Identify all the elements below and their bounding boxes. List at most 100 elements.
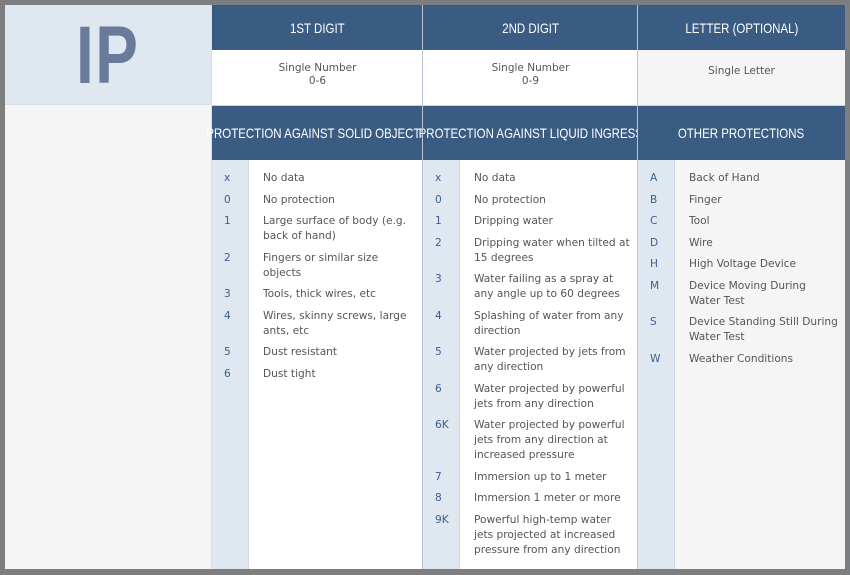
rating-code: 4 <box>435 309 442 322</box>
rating-code: 1 <box>224 215 231 227</box>
header-first-digit: 1st Digit <box>212 5 423 50</box>
list-item: 5 Water projected by jets from any direct… <box>423 345 638 375</box>
rating-code: 3 <box>224 288 231 300</box>
rating-description: Device Standing Still During Water Test <box>689 316 838 343</box>
list-item: 6 Water projected by powerful jets from a… <box>423 382 638 412</box>
rating-description: Finger <box>689 193 722 206</box>
list-item: 9K Powerful high-temp water jets projecte… <box>423 513 638 558</box>
rating-description: Dripping water when tilted at 15 degrees <box>474 236 630 264</box>
rating-description: Water projected by powerful jets from an… <box>474 419 625 461</box>
rating-code: 2 <box>435 236 442 249</box>
rating-description: Dust resistant <box>263 346 338 358</box>
rating-description: Dripping water <box>474 215 553 227</box>
rating-code: 6 <box>224 367 231 380</box>
column-divider <box>637 5 638 569</box>
rating-description: Back of Hand <box>689 172 760 184</box>
subheader-second-digit: Single Number 0-9 <box>423 50 638 105</box>
rating-code: 6 <box>435 382 442 395</box>
ip-logo-text: IP <box>76 9 140 101</box>
list-item: 5 Dust resistant <box>212 345 423 360</box>
list-other-protections: A Back of Hand B Finger C Tool D Wire H High Volt… <box>638 160 845 569</box>
rating-code: 6K <box>435 419 449 431</box>
rating-description: Water projected by powerful jets from an… <box>474 382 625 410</box>
list-item: 2 Fingers or similar size objects <box>212 251 423 281</box>
subheader-line1: Single Letter <box>708 65 775 77</box>
list-item: C Tool <box>638 214 845 229</box>
subheader-line1: Single Number <box>491 61 570 74</box>
header-first-digit-label: 1st Digit <box>290 19 345 36</box>
list-item: 4 Wires, skinny screws, large ants, etc <box>212 309 423 339</box>
list-item: S Device Standing Still During Water Test <box>638 315 845 345</box>
rating-code: C <box>650 215 658 227</box>
list-item: H High Voltage Device <box>638 257 845 272</box>
row-divider <box>212 105 845 106</box>
rating-description: Fingers or similar size objects <box>263 251 379 279</box>
ip-rating-table: IP 1st Digit Single Number 0-6 Protectio… <box>5 5 845 569</box>
rating-description: Immersion up to 1 meter <box>474 470 607 483</box>
rating-code: 4 <box>224 309 231 322</box>
section-solid-objects-label: Protection Against Solid Objects <box>206 125 429 141</box>
header-second-digit: 2nd Digit <box>423 5 638 50</box>
list-item: 6K Water projected by powerful jets from … <box>423 418 638 463</box>
rating-code: x <box>435 172 442 184</box>
rating-description: Wire <box>689 236 713 249</box>
rating-code: 0 <box>224 193 231 206</box>
rating-description: Water failing as a spray at any angle up… <box>474 273 620 300</box>
rating-description: Weather Conditions <box>689 352 794 365</box>
section-other-protections: Other Protections <box>638 106 845 160</box>
rating-description: Splashing of water from any direction <box>474 309 624 337</box>
rating-code: 2 <box>224 251 231 264</box>
rating-description: No protection <box>474 193 546 206</box>
rating-description: Dust tight <box>263 367 316 380</box>
list-item: 3 Water failing as a spray at any angle u… <box>423 272 638 302</box>
rating-description: Immersion 1 meter or more <box>474 492 621 504</box>
rating-code: 8 <box>435 492 442 504</box>
rating-code: 0 <box>435 193 442 206</box>
section-solid-objects: Protection Against Solid Objects <box>207 106 428 160</box>
subheader-line1: Single Number <box>278 61 357 74</box>
list-item: A Back of Hand <box>638 171 845 186</box>
rating-description: Large surface of body (e.g. back of hand… <box>263 215 406 242</box>
list-item: 6 Dust tight <box>212 367 423 382</box>
rating-description: Water projected by jets from any directi… <box>474 346 626 373</box>
subheader-line2: 0-9 <box>521 74 540 87</box>
rating-description: No protection <box>263 193 335 206</box>
rating-code: W <box>650 352 661 365</box>
list-item: W Weather Conditions <box>638 352 845 367</box>
rating-description: No data <box>474 172 516 184</box>
rating-code: 1 <box>435 215 442 227</box>
rating-code: B <box>650 193 658 206</box>
list-item: 7 Immersion up to 1 meter <box>423 470 638 485</box>
rating-code: 5 <box>224 346 231 358</box>
section-other-protections-label: Other Protections <box>678 125 805 141</box>
list-item: 1 Large surface of body (e.g. back of han… <box>212 214 423 244</box>
rating-description: Wires, skinny screws, large ants, etc <box>263 309 407 337</box>
list-solid-objects: x No data 0 No protection 1 Large surface of … <box>212 160 423 569</box>
list-item: D Wire <box>638 236 845 251</box>
rating-code: 7 <box>435 470 442 483</box>
column-divider <box>422 5 423 569</box>
list-item: 0 No protection <box>212 193 423 208</box>
rating-code: S <box>650 316 657 328</box>
header-letter-optional-label: Letter (Optional) <box>685 19 798 36</box>
rating-description: Tool <box>689 215 710 227</box>
list-item: 1 Dripping water <box>423 214 638 229</box>
rating-code: 5 <box>435 346 442 358</box>
list-item: 4 Splashing of water from any direction <box>423 309 638 339</box>
rating-code: A <box>650 172 658 184</box>
left-blank-panel <box>5 106 212 569</box>
list-item: 3 Tools, thick wires, etc <box>212 287 423 302</box>
rating-description: Powerful high-temp water jets projected … <box>474 513 621 556</box>
section-liquid-ingress-label: Protection Against Liquid Ingress <box>418 125 643 141</box>
list-item: B Finger <box>638 193 845 208</box>
section-liquid-ingress: Protection Against Liquid Ingress <box>418 106 643 160</box>
rating-description: No data <box>263 172 305 184</box>
list-item: 8 Immersion 1 meter or more <box>423 491 638 506</box>
rating-code: M <box>650 279 660 292</box>
ip-logo-cell: IP <box>5 5 212 105</box>
rating-code: 3 <box>435 273 442 285</box>
rating-code: 9K <box>435 513 449 526</box>
list-item: 0 No protection <box>423 193 638 208</box>
list-item: x No data <box>423 171 638 186</box>
subheader-letter: Single Letter <box>638 50 845 105</box>
